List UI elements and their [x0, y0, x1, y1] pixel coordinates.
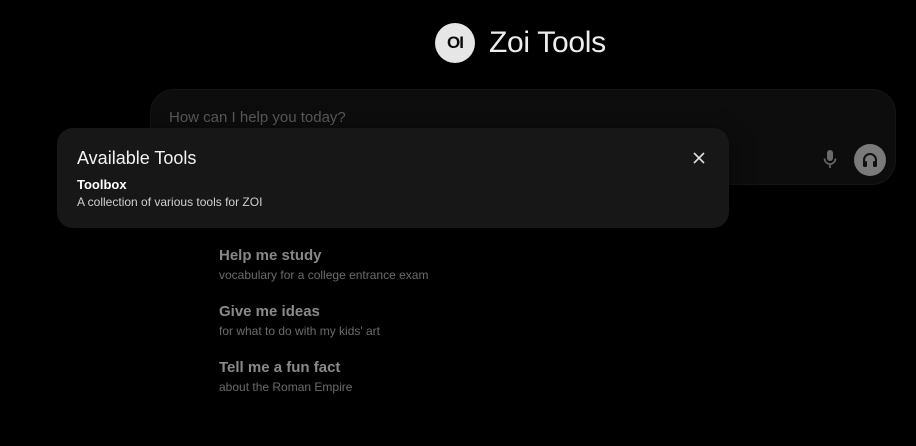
tool-name: Toolbox — [77, 177, 127, 192]
suggestion-fun-fact[interactable]: Tell me a fun fact about the Roman Empir… — [219, 359, 352, 394]
suggestion-title: Give me ideas — [219, 303, 320, 320]
suggestion-subtitle: vocabulary for a college entrance exam — [219, 268, 429, 282]
suggestion-title: Tell me a fun fact — [219, 359, 341, 376]
suggestion-help-me-study[interactable]: Help me study vocabulary for a college e… — [219, 247, 428, 282]
headphones-icon — [863, 153, 877, 167]
tool-description: A collection of various tools for ZOI — [77, 195, 263, 209]
suggestion-subtitle: about the Roman Empire — [219, 380, 353, 394]
brand-title: Zoi Tools — [489, 26, 606, 59]
available-tools-panel: Available Tools Toolbox A collection of … — [57, 128, 729, 228]
suggestion-title: Help me study — [219, 247, 322, 264]
page: OI Zoi Tools How can I help you today? H… — [0, 0, 916, 446]
microphone-icon — [823, 150, 837, 168]
close-icon — [693, 152, 705, 164]
suggestion-subtitle: for what to do with my kids' art — [219, 324, 381, 338]
brand-logo: OI — [435, 23, 475, 63]
close-button[interactable] — [689, 148, 709, 168]
tools-panel-heading: Available Tools — [77, 148, 197, 168]
microphone-button[interactable] — [817, 146, 843, 172]
brand-header: OI Zoi Tools — [435, 23, 606, 63]
chat-input-placeholder[interactable]: How can I help you today? — [169, 109, 346, 126]
voice-mode-button[interactable] — [854, 144, 886, 176]
suggestion-give-me-ideas[interactable]: Give me ideas for what to do with my kid… — [219, 303, 380, 338]
